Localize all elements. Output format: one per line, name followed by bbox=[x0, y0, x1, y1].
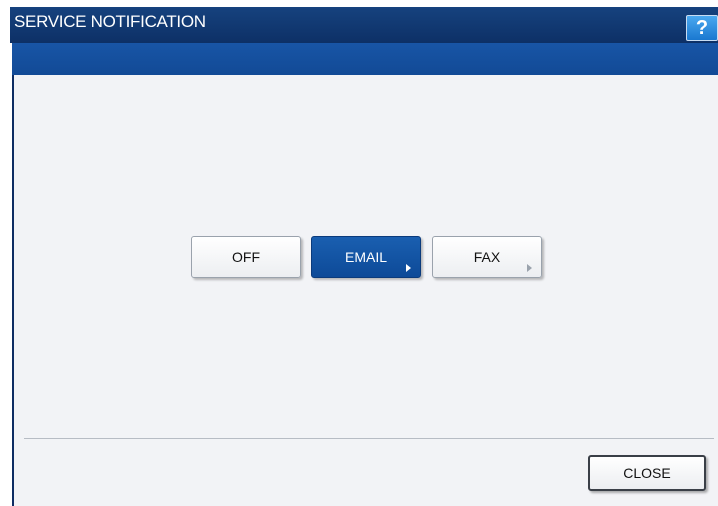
submenu-arrow-icon bbox=[527, 264, 532, 272]
help-button[interactable]: ? bbox=[686, 15, 718, 41]
help-icon: ? bbox=[695, 17, 709, 39]
service-notification-window: SERVICE NOTIFICATION ? OFF EMAIL FAX CLO… bbox=[0, 0, 718, 506]
fax-button-label: FAX bbox=[473, 249, 501, 265]
fax-button[interactable]: FAX bbox=[432, 236, 542, 278]
off-button[interactable]: OFF bbox=[191, 236, 301, 278]
content-area bbox=[12, 75, 718, 506]
title-bar: SERVICE NOTIFICATION ? bbox=[10, 7, 718, 43]
footer-divider bbox=[24, 438, 714, 439]
email-button-label: EMAIL bbox=[344, 249, 387, 265]
close-button-label: CLOSE bbox=[623, 465, 671, 481]
sub-header-bar bbox=[12, 43, 718, 75]
submenu-arrow-icon bbox=[406, 264, 411, 272]
window-title: SERVICE NOTIFICATION bbox=[14, 12, 206, 31]
off-button-label: OFF bbox=[232, 249, 260, 265]
close-button[interactable]: CLOSE bbox=[588, 455, 706, 491]
email-button[interactable]: EMAIL bbox=[311, 236, 421, 278]
